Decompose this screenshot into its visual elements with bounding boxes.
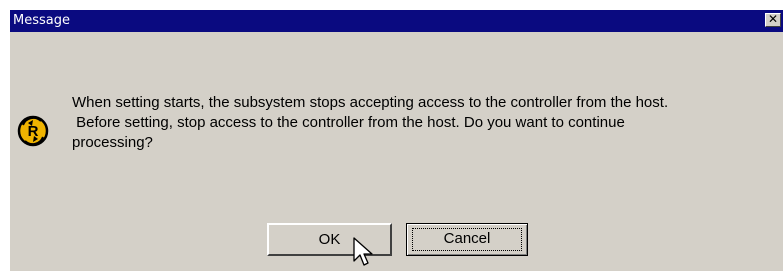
message-dialog: Message ✕ R When setting starts, the sub… (9, 9, 783, 271)
svg-text:R: R (28, 123, 39, 140)
ok-button-label: OK (318, 231, 341, 248)
mouse-pointer-icon (353, 237, 373, 266)
close-icon[interactable]: ✕ (765, 13, 781, 27)
cancel-button-label: Cancel (443, 230, 491, 247)
title-bar[interactable]: Message ✕ (10, 10, 783, 32)
cancel-button[interactable]: Cancel (406, 223, 528, 256)
dialog-message: When setting starts, the subsystem stops… (72, 94, 669, 151)
info-r-icon: R (17, 115, 49, 147)
dialog-title: Message (13, 13, 70, 28)
